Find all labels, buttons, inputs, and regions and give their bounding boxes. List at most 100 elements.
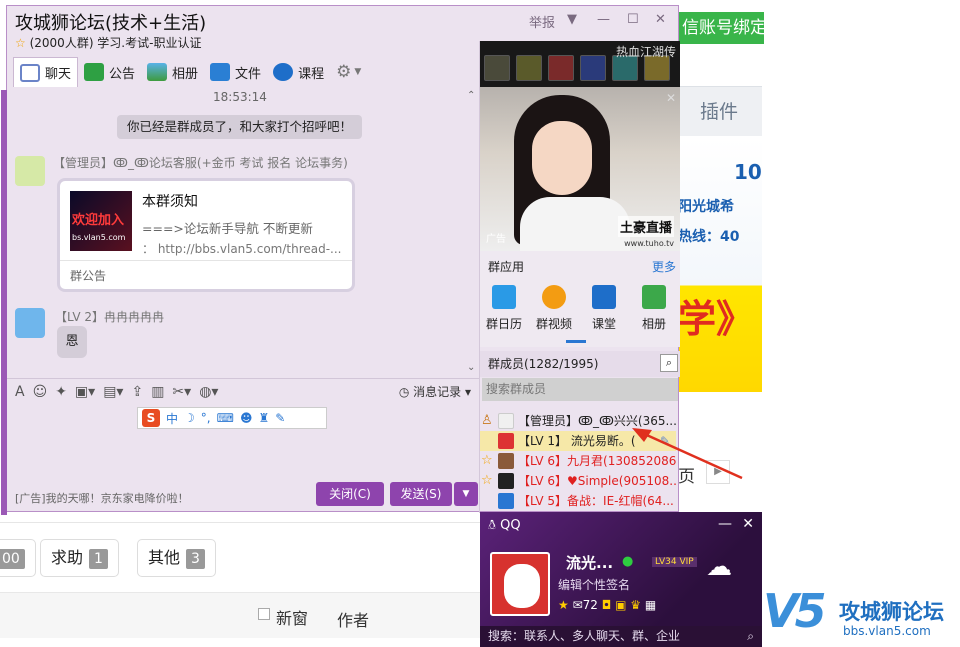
card-line-2: ： http://bbs.vlan5.com/thread-... [142,242,342,256]
upload-icon[interactable]: ⇪ [131,384,143,400]
gift-icon[interactable]: ▥ [151,384,164,400]
shirt-icon[interactable]: ♜ [258,411,269,425]
member-row[interactable]: ☆ 【LV 6】♥Simple(905108... [480,471,676,491]
plugin-tab[interactable]: 插件 [676,86,762,136]
admin-avatar[interactable] [15,156,45,186]
close-icon[interactable]: ✕ [742,516,754,532]
tab-file[interactable]: 文件 [204,57,267,87]
online-status-icon[interactable]: ● [622,554,633,569]
report-link[interactable]: 举报 [529,12,555,31]
maximize-icon[interactable]: ☐ [627,12,639,27]
message-history-button[interactable]: ◷ 消息记录 ▾ [399,383,471,400]
new-window-checkbox[interactable] [258,608,270,620]
ime-toolbar[interactable]: S 中 ☽ °, ⌨ ☻ ♜ ✎ [137,407,327,429]
user-icon[interactable]: ☻ [240,411,253,425]
bind-account-banner[interactable]: 信账号绑定 [678,12,764,44]
chat-ad-text[interactable]: [广告]我的天哪！京东家电降价啦！ [15,490,189,506]
edit-icon[interactable]: ✎ [660,431,670,451]
close-icon[interactable]: ✕ [655,12,666,27]
category-tab-help[interactable]: 求助 1 [40,539,119,577]
qq-nickname[interactable]: 流光... [566,552,613,573]
live-stream-ad[interactable]: ✕ 广告 土豪直播 www.tuho.tv [480,87,680,251]
keyboard-icon[interactable]: ⌨ [217,411,234,425]
app-video[interactable]: 群视频 [532,285,576,332]
font-icon[interactable]: A [15,384,25,400]
penguin-icon: 🐧︎ [488,518,497,533]
star-icon: ☆ [481,473,493,488]
author-column-header[interactable]: 作者 [337,607,369,631]
star-icon[interactable]: ★ [558,598,569,612]
gift-box-icon[interactable]: ▣▾ [75,384,95,400]
user-avatar[interactable] [15,308,45,338]
qq-signature[interactable]: 编辑个性签名 [558,576,630,593]
admin-sender-name[interactable]: 【管理员】ↂ_ↂ论坛客服(+金币 考试 报名 论坛事务) [53,154,348,171]
app-album[interactable]: 相册 [632,285,676,332]
weather-icon[interactable]: ☁ [706,552,732,582]
game-ad-bar[interactable]: 热血江湖传 [480,41,680,87]
category-tab-partial[interactable]: 00 [0,539,36,577]
moon-icon[interactable]: ☽ [184,411,195,425]
category-tab-other[interactable]: 其他 3 [137,539,216,577]
chinese-mode-icon[interactable]: 中 [166,410,178,427]
punctuation-icon[interactable]: °, [201,411,211,425]
shop-icon[interactable]: ◘ [602,598,612,612]
app-classroom[interactable]: 课堂 [582,285,626,332]
qq-level-badge[interactable]: LV34 VIP [652,557,697,567]
game-icon[interactable] [484,55,510,81]
emoji-icon[interactable]: ☺ [33,384,48,400]
wrench-icon[interactable]: ✎ [275,411,285,425]
announcement-card[interactable]: 欢迎加入 bs.vlan5.com 本群须知 ===>论坛新手导航 不断更新 ： … [57,178,355,292]
close-ad-icon[interactable]: ✕ [666,91,676,105]
game-icon[interactable] [516,55,542,81]
message-area[interactable]: 18:53:14 你已经是群成员了，和大家打个招呼吧！ 【管理员】ↂ_ↂ论坛客服… [7,90,479,378]
more-apps-link[interactable]: 更多 [652,258,676,275]
user-sender-name[interactable]: 【LV 2】冉冉冉冉冉 [55,308,164,325]
mail-icon[interactable]: ✉ [573,598,583,612]
ad-line-4: 学》 [678,297,755,341]
search-icon[interactable]: ⌕ [660,354,678,372]
member-row[interactable]: 【LV 5】备战：IE-红帽(64... [480,491,676,511]
close-button[interactable]: 关闭(C) [316,482,384,506]
screenshot-icon[interactable]: ✂▾ [172,384,191,400]
tab-announcement[interactable]: 公告 [78,57,141,87]
ad-tag: 广告 [486,234,506,245]
clock-icon: ◷ [398,385,410,399]
game-icon[interactable] [548,55,574,81]
divider [0,522,480,523]
settings-button[interactable]: ⚙ ▼ [330,57,367,87]
send-button[interactable]: 发送(S) [390,482,452,506]
tab-album[interactable]: 相册 [141,57,204,87]
right-panel: 热血江湖传 ✕ 广告 土豪直播 www.tuho.tv 群应用 更多 群日历 群… [479,41,680,513]
course-icon [273,63,294,81]
app-calendar[interactable]: 群日历 [482,285,526,332]
minimize-icon[interactable]: — [597,12,610,27]
scroll-up-icon[interactable]: ⌃ [467,90,475,101]
ad-brand-url: www.tuho.tv [624,239,674,248]
search-icon[interactable]: ⌕ [747,626,754,647]
member-search-input[interactable]: 搜索群成员 [482,378,678,401]
image-icon[interactable]: ▤▾ [103,384,123,400]
minimize-icon[interactable]: — [718,516,732,532]
member-row-selected[interactable]: 【LV 1】 流光易断。(✎ [480,431,676,451]
game-icon[interactable]: ♛ [630,598,641,612]
card-line-1: ===>论坛新手导航 不断更新 [142,221,313,236]
apps-icon[interactable]: ▦ [645,598,656,612]
record-icon[interactable]: ◍▾ [199,384,218,400]
game-icon[interactable] [580,55,606,81]
qq-search-input[interactable]: 搜索：联系人、多人聊天、群、企业 ⌕ [480,626,762,647]
wallet-icon[interactable]: ▣ [615,598,626,612]
member-avatar [498,413,514,429]
group-title: 攻城狮论坛(技术+生活) [15,13,207,34]
send-options-icon[interactable]: ▼ [454,482,478,506]
tab-course[interactable]: 课程 [267,57,330,87]
dropdown-icon[interactable]: ▼ [567,12,577,27]
member-row[interactable]: ☆ 【LV 6】九月君(130852086... [480,451,676,471]
tab-chat[interactable]: 聊天 [13,57,79,87]
scroll-down-icon[interactable]: ⌄ [467,362,475,373]
realty-ad[interactable]: 10 阳光城希 热线：40 学》 [676,138,762,392]
member-row[interactable]: ♙ 【管理员】ↂ_ↂ兴兴(365... [480,411,676,431]
card-footer: 群公告 [70,269,107,283]
qq-avatar[interactable] [490,552,550,616]
next-page-button[interactable]: ▶ [706,460,730,484]
magic-icon[interactable]: ✦ [55,384,67,400]
